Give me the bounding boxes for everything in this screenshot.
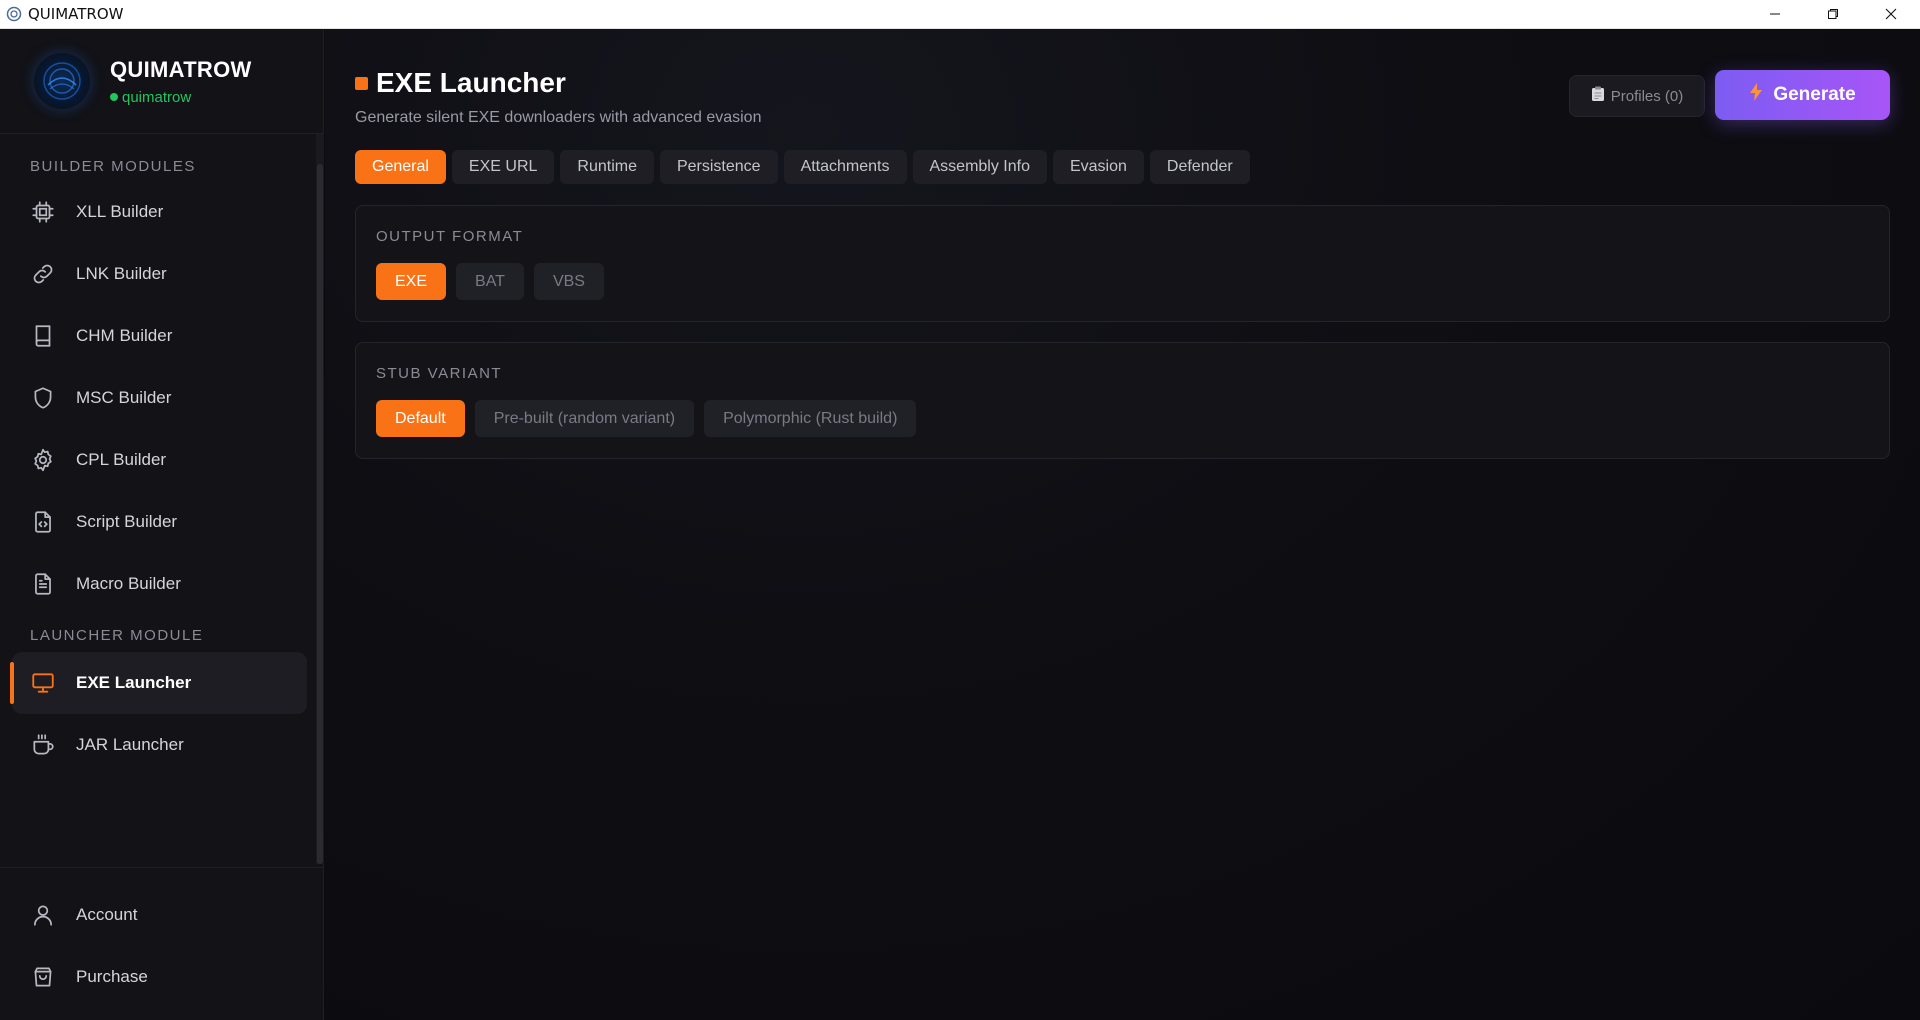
sidebar-item-purchase[interactable]: Purchase [12,946,308,1008]
online-status-dot-icon [110,93,118,101]
code-file-icon [35,511,51,533]
lightning-icon [1750,83,1763,101]
sidebar-scrollbar[interactable] [316,134,324,864]
profiles-button[interactable]: Profiles (0) [1569,75,1705,117]
sidebar-item-label: CHM Builder [76,326,173,345]
minimize-button[interactable] [1746,0,1804,28]
tab-bar: General EXE URL Runtime Persistence Atta… [355,150,1250,184]
title-accent-square-icon [355,76,368,90]
window-titlebar: QUIMATROW [0,0,1920,29]
page-subtitle: Generate silent EXE downloaders with adv… [355,109,762,126]
link-icon [33,264,53,284]
active-indicator [10,662,14,704]
output-format-label: OUTPUT FORMAT [376,228,524,245]
page-title: EXE Launcher [355,67,566,99]
output-format-bat[interactable]: BAT [456,263,524,300]
output-format-options: EXE BAT VBS [376,263,604,300]
sidebar-item-macro-builder[interactable]: Macro Builder [12,553,307,615]
generate-button[interactable]: Generate [1715,70,1890,120]
sidebar-item-lnk-builder[interactable]: LNK Builder [12,243,307,305]
main-content: EXE Launcher Generate silent EXE downloa… [325,29,1920,1020]
brand-header: QUIMATROW quimatrow [0,29,323,134]
book-icon [35,325,51,347]
sidebar-item-xll-builder[interactable]: XLL Builder [12,181,307,243]
window-title: QUIMATROW [28,5,124,23]
section-label-launcher-module: LAUNCHER MODULE [30,627,204,644]
user-status: quimatrow [110,89,252,106]
sidebar-item-account[interactable]: Account [12,884,308,946]
sidebar-bottom: Account Purchase [0,867,324,1008]
sidebar-item-label: Macro Builder [76,574,181,593]
sidebar-scrollbar-thumb[interactable] [317,164,323,864]
stub-variant-polymorphic[interactable]: Polymorphic (Rust build) [704,400,917,437]
tab-evasion[interactable]: Evasion [1052,150,1144,184]
sidebar-item-label: MSC Builder [76,388,172,407]
coffee-cup-icon [33,734,54,755]
user-icon [34,905,52,926]
tab-defender[interactable]: Defender [1149,150,1250,184]
tab-attachments[interactable]: Attachments [783,150,907,184]
stub-variant-card: STUB VARIANT Default Pre-built (random v… [355,342,1890,459]
chip-icon [32,201,54,223]
stub-variant-options: Default Pre-built (random variant) Polym… [376,400,917,437]
sidebar-item-chm-builder[interactable]: CHM Builder [12,305,307,367]
close-button[interactable] [1862,0,1920,28]
tab-assembly-info[interactable]: Assembly Info [912,150,1047,184]
sidebar-item-label: CPL Builder [76,450,167,469]
sidebar-item-label: JAR Launcher [76,735,184,754]
output-format-exe[interactable]: EXE [376,263,447,300]
sidebar-item-label: XLL Builder [76,202,164,221]
document-icon [35,573,51,595]
sidebar-item-label: EXE Launcher [76,673,192,692]
brand-name: QUIMATROW [110,56,252,82]
gear-icon [34,448,52,472]
sidebar-item-label: Purchase [76,967,148,986]
tab-exe-url[interactable]: EXE URL [451,150,555,184]
sidebar-item-jar-launcher[interactable]: JAR Launcher [12,714,307,776]
sidebar-item-exe-launcher[interactable]: EXE Launcher [10,652,307,714]
stub-variant-prebuilt[interactable]: Pre-built (random variant) [474,400,695,437]
shield-icon [34,387,52,409]
restore-icon [1828,9,1838,19]
sidebar: QUIMATROW quimatrow BUILDER MODULES XLL … [0,29,324,1020]
output-format-card: OUTPUT FORMAT EXE BAT VBS [355,205,1890,322]
page-title-text: EXE Launcher [376,67,566,98]
sidebar-item-label: LNK Builder [76,264,167,283]
tab-persistence[interactable]: Persistence [659,150,778,184]
sidebar-item-label: Script Builder [76,512,178,531]
brand-logo [34,53,90,109]
monitor-icon [32,673,54,693]
shopping-bag-icon [34,967,52,987]
window-controls [1746,0,1920,28]
tab-general[interactable]: General [355,150,446,184]
app-icon [6,6,22,22]
output-format-vbs[interactable]: VBS [533,263,604,300]
minimize-icon [1770,13,1780,15]
username: quimatrow [122,88,192,106]
stub-variant-default[interactable]: Default [376,400,465,437]
clipboard-icon [1591,86,1604,101]
section-label-builder-modules: BUILDER MODULES [30,158,196,175]
profiles-label: Profiles (0) [1610,87,1684,105]
generate-label: Generate [1773,84,1856,105]
sidebar-item-label: Account [76,905,138,924]
logo-emblem-icon [43,62,81,100]
restore-button[interactable] [1804,0,1862,28]
close-icon [1885,8,1897,20]
sidebar-item-cpl-builder[interactable]: CPL Builder [12,429,307,491]
sidebar-item-script-builder[interactable]: Script Builder [12,491,307,553]
tab-runtime[interactable]: Runtime [560,150,654,184]
sidebar-item-msc-builder[interactable]: MSC Builder [12,367,307,429]
stub-variant-label: STUB VARIANT [376,365,503,382]
